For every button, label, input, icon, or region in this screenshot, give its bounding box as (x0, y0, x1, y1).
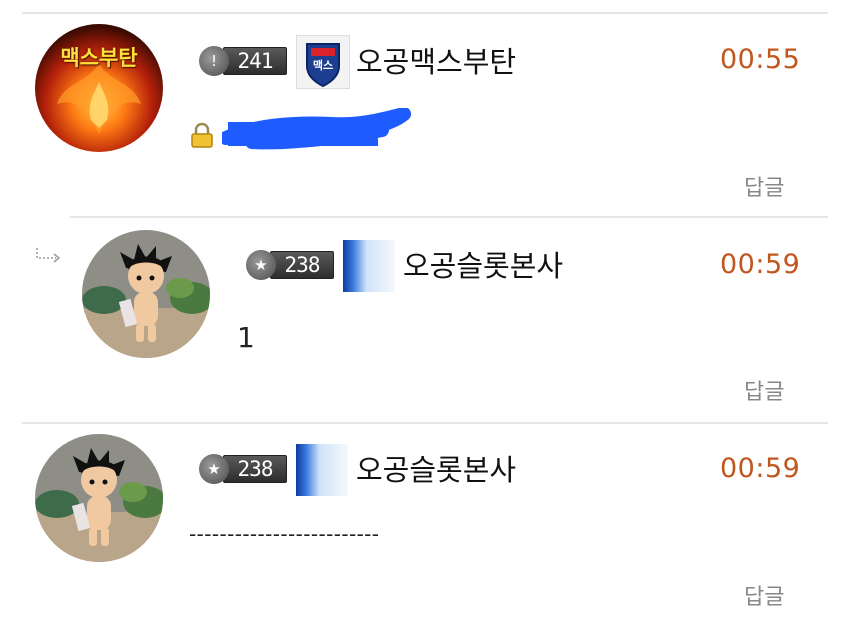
level-badge: ★ 238 (246, 250, 338, 280)
grade-badge-icon (343, 240, 395, 292)
comment-item: 맥스부탄 ! 241 맥스 오공맥스부탄 00:55 답글 (0, 0, 850, 216)
reply-button[interactable]: 답글 (744, 170, 784, 202)
comment-item: ★ 238 오공슬롯본사 00:59 ---------------------… (0, 424, 850, 621)
redaction-scribble (219, 107, 412, 158)
comment-time: 00:55 (720, 44, 801, 75)
comment-time: 00:59 (720, 249, 801, 280)
comment-body: ------------------------- (189, 522, 380, 546)
avatar[interactable]: 맥스부탄 (35, 24, 163, 152)
comment-time: 00:59 (720, 453, 801, 484)
avatar[interactable] (82, 230, 210, 358)
star-icon: ★ (246, 250, 276, 280)
avatar[interactable] (35, 434, 163, 562)
avatar-logo-text: 맥스부탄 (60, 46, 138, 70)
level-badge: ★ 238 (199, 454, 291, 484)
nickname[interactable]: 오공맥스부탄 (356, 39, 516, 81)
level-badge: ! 241 (199, 46, 291, 76)
star-icon: ★ (199, 454, 229, 484)
level-number: 238 (270, 251, 334, 279)
reply-arrow-icon (34, 246, 64, 266)
reply-button[interactable]: 답글 (744, 579, 784, 611)
lock-icon (189, 122, 215, 148)
comment-item: ★ 238 오공슬롯본사 00:59 1 답글 (0, 218, 850, 422)
reply-button[interactable]: 답글 (744, 374, 784, 406)
level-number: 238 (223, 455, 287, 483)
nickname[interactable]: 오공슬롯본사 (403, 243, 563, 285)
grade-badge-icon: 맥스 (296, 35, 350, 89)
level-number: 241 (223, 47, 287, 75)
grade-badge-icon (296, 444, 348, 496)
grade-badge-text: 맥스 (312, 59, 334, 72)
nickname[interactable]: 오공슬롯본사 (356, 447, 516, 489)
comment-body: 1 (237, 321, 255, 354)
exclamation-icon: ! (199, 46, 229, 76)
